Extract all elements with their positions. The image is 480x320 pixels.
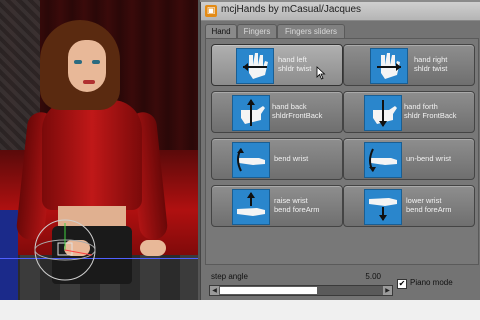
wrist-unbend-icon	[364, 142, 402, 178]
bend-wrist-button[interactable]: bend wrist	[211, 138, 343, 180]
lower-wrist-button[interactable]: lower wrist bend foreArm	[343, 185, 475, 227]
button-label-line1: raise wrist	[274, 196, 308, 205]
wrist-lower-icon	[364, 189, 402, 225]
tab-fingers-sliders[interactable]: Fingers sliders	[277, 24, 345, 39]
hand-panel: hand left shldr twist hand right shldr t…	[205, 38, 479, 265]
figure-torso	[42, 100, 142, 210]
step-angle-slider[interactable]: ◀ ▶	[209, 285, 393, 296]
figure-face	[68, 40, 106, 92]
piano-mode-label: Piano mode	[410, 278, 453, 287]
button-label-line2: bend foreArm	[406, 205, 452, 214]
piano-mode-checkbox[interactable]: ✔	[397, 279, 407, 289]
mcjhands-dialog: ▣ mcjHands by mCasual/Jacques Hand Finge…	[200, 2, 480, 300]
hand-arrow-up-icon	[232, 95, 270, 131]
mouse-cursor-icon	[316, 66, 326, 80]
rotation-gizmo-icon[interactable]	[30, 215, 100, 285]
hand-arrow-right-icon	[370, 48, 408, 84]
slider-right-arrow-icon[interactable]: ▶	[383, 286, 392, 295]
step-angle-label: step angle	[211, 272, 248, 281]
figure-lips	[83, 80, 95, 84]
dialog-titlebar[interactable]: ▣ mcjHands by mCasual/Jacques	[201, 2, 480, 21]
button-label-line1: hand forth	[404, 102, 438, 111]
hand-arrow-down-icon	[364, 95, 402, 131]
wrist-raise-icon	[232, 189, 270, 225]
taskbar-strip	[0, 300, 480, 320]
button-label-line2: shldr twist	[414, 64, 448, 73]
figure-right-hand	[140, 240, 166, 256]
button-label-line1: hand left	[278, 55, 307, 64]
button-label-line1: un-bend wrist	[406, 154, 452, 163]
button-label-line1: bend wrist	[274, 154, 309, 163]
button-label-line2: shldrFrontBack	[272, 111, 323, 120]
unbend-wrist-button[interactable]: un-bend wrist	[343, 138, 475, 180]
button-label-line2: bend foreArm	[274, 205, 320, 214]
step-angle-value: 5.00	[365, 272, 381, 281]
button-label-line2: shldr twist	[278, 64, 312, 73]
figure-eye-right	[92, 60, 100, 64]
figure-eye-left	[74, 60, 82, 64]
wrist-bend-icon	[232, 142, 270, 178]
button-label-line1: hand back	[272, 102, 307, 111]
tab-fingers[interactable]: Fingers	[237, 24, 277, 39]
slider-thumb[interactable]	[220, 287, 317, 294]
button-label-line1: hand right	[414, 55, 448, 64]
hand-back-button[interactable]: hand back shldrFrontBack	[211, 91, 343, 133]
raise-wrist-button[interactable]: raise wrist bend foreArm	[211, 185, 343, 227]
hand-forth-button[interactable]: hand forth shldr FrontBack	[343, 91, 475, 133]
dialog-title: mcjHands by mCasual/Jacques	[221, 4, 362, 15]
button-label-line1: lower wrist	[406, 196, 442, 205]
app-icon: ▣	[205, 5, 217, 17]
viewport-3d[interactable]	[0, 0, 200, 302]
button-label-line2: shldr FrontBack	[404, 111, 457, 120]
tab-hand[interactable]: Hand	[205, 24, 237, 39]
hand-right-button[interactable]: hand right shldr twist	[343, 44, 475, 86]
slider-left-arrow-icon[interactable]: ◀	[210, 286, 219, 295]
scene-blue-panel	[0, 210, 18, 302]
hand-arrow-left-icon	[236, 48, 274, 84]
